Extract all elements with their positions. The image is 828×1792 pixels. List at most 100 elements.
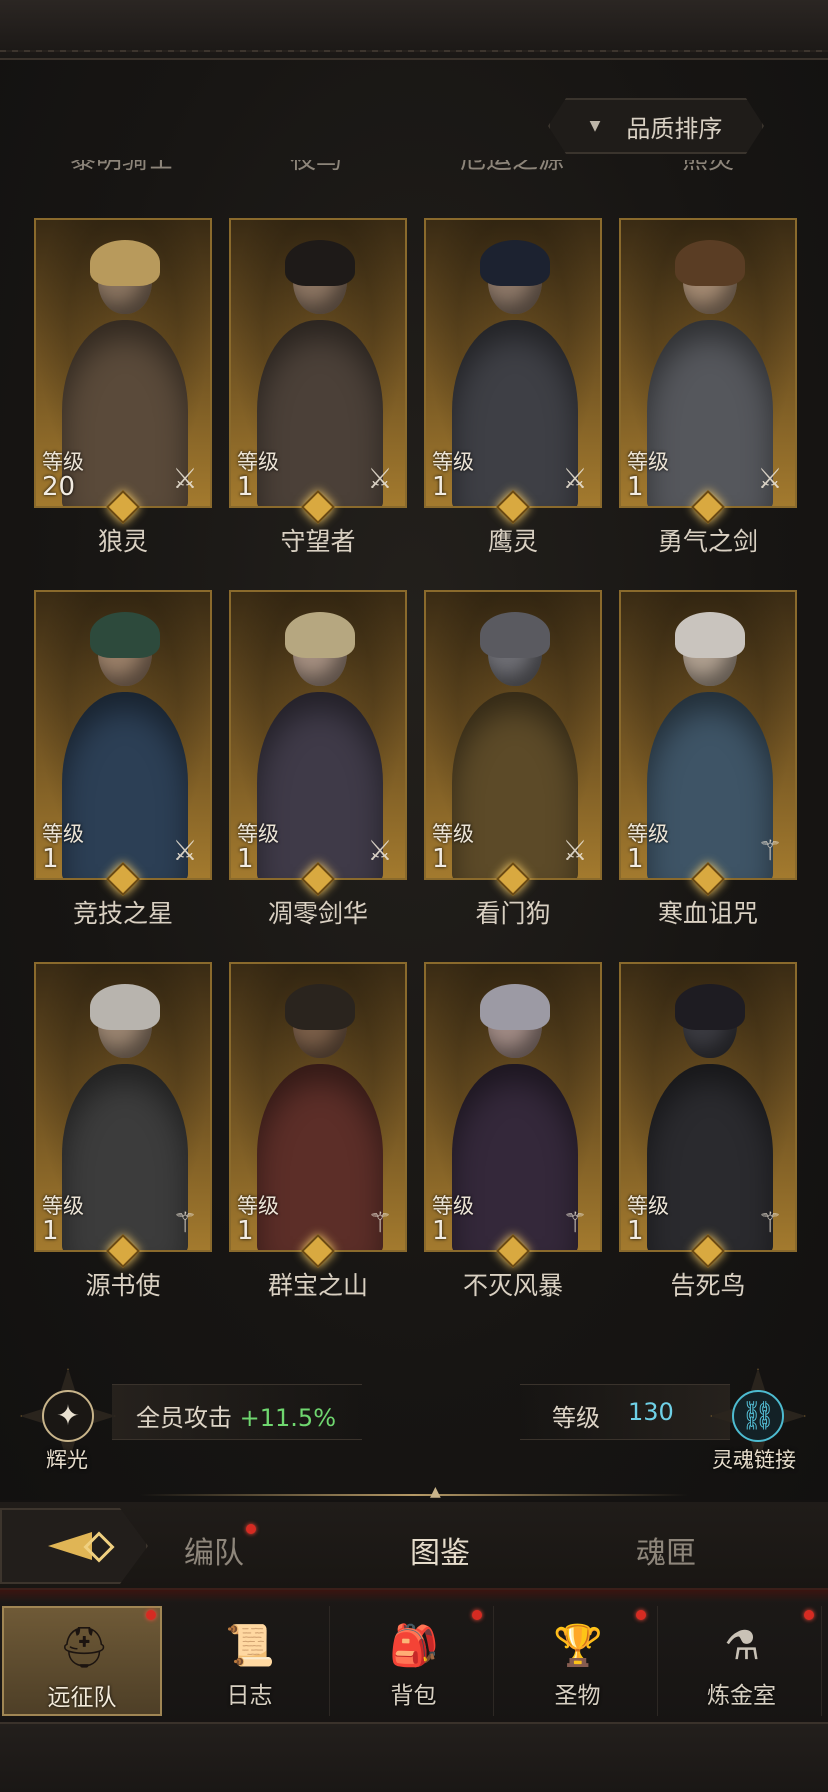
- notification-badge: [472, 1610, 482, 1620]
- nav-backpack[interactable]: 🎒 背包: [334, 1606, 494, 1716]
- hero-name: 狼灵: [97, 527, 148, 556]
- panel-divider: [140, 1494, 688, 1496]
- back-button[interactable]: [0, 1508, 148, 1584]
- hero-portrait: 等级 1 ⚚: [619, 590, 797, 880]
- hero-portrait: 等级 1 ⚔: [34, 590, 212, 880]
- hero-card[interactable]: 等级 1 ⚚ 不灭风暴: [424, 962, 602, 1300]
- hero-card[interactable]: 等级 1 ⚚ 群宝之山: [229, 962, 407, 1300]
- hero-name: 凋零剑华: [267, 899, 368, 928]
- cut-off-hero-name: 熊灵: [681, 160, 734, 175]
- hero-figure: [62, 984, 188, 1250]
- hero-portrait: 等级 1 ⚚: [34, 962, 212, 1252]
- radiance-label: 辉光: [46, 1448, 88, 1472]
- level-value: 1: [627, 472, 644, 502]
- nav-label: 圣物: [554, 1683, 601, 1709]
- tab-codex[interactable]: 图鉴: [410, 1528, 470, 1572]
- hero-card[interactable]: 等级 1 ⚔ 守望者: [229, 218, 407, 556]
- level-value: 1: [627, 1216, 644, 1246]
- nav-label: 日志: [226, 1683, 273, 1709]
- hero-figure: [257, 240, 383, 506]
- level-value: 1: [432, 472, 449, 502]
- cut-off-hero-name: 夜鸟: [289, 160, 342, 175]
- hero-portrait: 等级 1 ⚔: [424, 590, 602, 880]
- dropdown-triangle-icon: ▼: [589, 118, 601, 134]
- level-value: 1: [237, 844, 254, 874]
- hero-card[interactable]: 等级 1 ⚔ 凋零剑华: [229, 590, 407, 928]
- hero-portrait: 等级 1 ⚚: [229, 962, 407, 1252]
- notification-badge: [146, 1610, 156, 1620]
- hero-card[interactable]: 等级 1 ⚔ 鹰灵: [424, 218, 602, 556]
- level-value: 1: [42, 844, 59, 874]
- hero-name: 勇气之剑: [657, 527, 758, 556]
- nav-journal[interactable]: 📜 日志: [170, 1606, 330, 1716]
- level-value: 1: [432, 844, 449, 874]
- bottom-frame: [0, 1722, 828, 1792]
- hero-name: 不灭风暴: [462, 1271, 563, 1300]
- hero-figure: [257, 612, 383, 878]
- hero-name: 鹰灵: [487, 527, 538, 556]
- tab-soul-box[interactable]: 魂匣: [636, 1528, 696, 1572]
- sort-button-label: 品质排序: [626, 114, 723, 143]
- sword-icon: ⚔: [367, 834, 393, 867]
- cut-off-hero-name: 厄运之源: [459, 160, 564, 175]
- expand-arrow-icon[interactable]: ▲: [430, 1484, 441, 1500]
- chain-link-icon: ⛓: [732, 1390, 784, 1442]
- hero-card[interactable]: 等级 1 ⚚ 告死鸟: [619, 962, 797, 1300]
- hero-card[interactable]: 等级 1 ⚚ 寒血诅咒: [619, 590, 797, 928]
- nav-label: 炼金室: [707, 1683, 776, 1709]
- hero-figure: [647, 612, 773, 878]
- nav-relics[interactable]: 🏆 圣物: [498, 1606, 658, 1716]
- hero-figure: [62, 240, 188, 506]
- sword-icon: ⚔: [172, 834, 198, 867]
- nav-label: 远征队: [47, 1685, 117, 1711]
- sword-icon: ⚔: [172, 462, 198, 495]
- hero-card[interactable]: 等级 1 ⚔ 勇气之剑: [619, 218, 797, 556]
- hero-card[interactable]: 等级 20 ⚔ 狼灵: [34, 218, 212, 556]
- radiance-icon: ✦: [42, 1390, 94, 1442]
- hero-figure: [452, 240, 578, 506]
- hero-figure: [62, 612, 188, 878]
- sword-icon: ⚔: [757, 462, 783, 495]
- chalice-icon: 🏆: [553, 1623, 603, 1669]
- sword-icon: ⚔: [367, 462, 393, 495]
- sword-icon: ⚔: [562, 462, 588, 495]
- hero-name: 寒血诅咒: [657, 899, 758, 928]
- team-attack-bonus: 全员攻击 +11.5%: [136, 1398, 336, 1433]
- hero-name: 看门狗: [475, 899, 551, 928]
- top-frame: [0, 0, 828, 60]
- soul-link-label: 灵魂链接: [712, 1448, 796, 1472]
- hero-name: 源书使: [85, 1271, 161, 1300]
- tab-formation[interactable]: 编队: [184, 1528, 244, 1572]
- hero-name: 群宝之山: [267, 1271, 368, 1300]
- hero-portrait: 等级 20 ⚔: [34, 218, 212, 508]
- hero-portrait: 等级 1 ⚔: [229, 218, 407, 508]
- level-value: 1: [237, 472, 254, 502]
- team-attack-label: 全员攻击: [136, 1404, 232, 1432]
- nav-alchemy[interactable]: ⚗ 炼金室: [662, 1606, 822, 1716]
- hero-card[interactable]: 等级 1 ⚔ 竞技之星: [34, 590, 212, 928]
- hero-figure: [647, 984, 773, 1250]
- level-value: 20: [42, 472, 76, 502]
- sword-icon: ⚔: [562, 834, 588, 867]
- helmet-icon: ⛑: [58, 1625, 110, 1671]
- soul-link-level-label: 等级: [552, 1404, 600, 1432]
- hero-figure: [452, 612, 578, 878]
- level-value: 1: [627, 844, 644, 874]
- alchemy-icon: ⚗: [724, 1623, 760, 1669]
- staff-icon: ⚚: [757, 1206, 783, 1239]
- hero-name: 守望者: [280, 527, 356, 556]
- level-value: 1: [42, 1216, 59, 1246]
- hero-figure: [452, 984, 578, 1250]
- backpack-icon: 🎒: [389, 1623, 439, 1669]
- staff-icon: ⚚: [367, 1206, 393, 1239]
- nav-expedition[interactable]: ⛑ 远征队: [2, 1606, 162, 1716]
- sort-button[interactable]: ▼ 品质排序: [548, 98, 764, 154]
- hero-name: 竞技之星: [72, 899, 173, 928]
- hero-card[interactable]: 等级 1 ⚚ 源书使: [34, 962, 212, 1300]
- hero-figure: [647, 240, 773, 506]
- scroll-icon: 📜: [225, 1623, 275, 1669]
- hero-portrait: 等级 1 ⚚: [619, 962, 797, 1252]
- hero-portrait: 等级 1 ⚔: [424, 218, 602, 508]
- hero-name: 告死鸟: [670, 1271, 746, 1300]
- hero-card[interactable]: 等级 1 ⚔ 看门狗: [424, 590, 602, 928]
